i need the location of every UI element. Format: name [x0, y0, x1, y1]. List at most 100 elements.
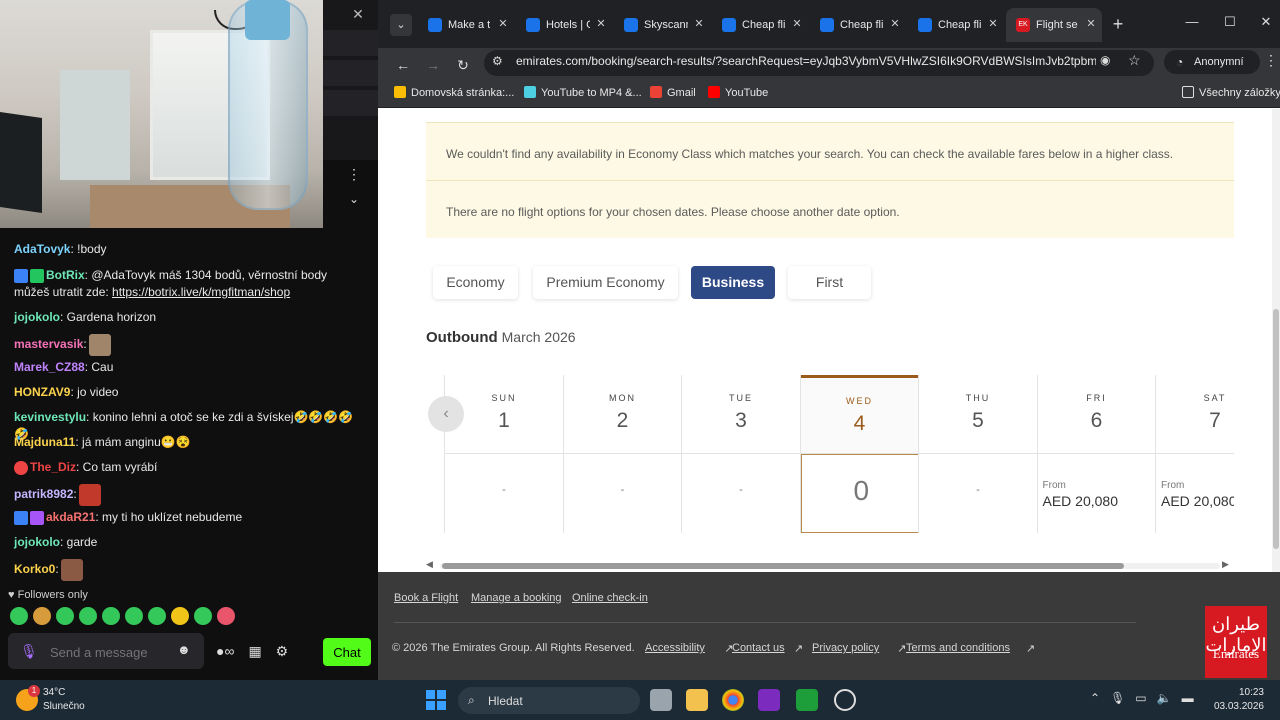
footer-link[interactable]: Accessibility [645, 642, 705, 654]
chat-username[interactable]: patrik8982 [14, 487, 73, 501]
close-tab-icon[interactable]: ✕ [1084, 17, 1098, 31]
emote[interactable] [33, 607, 51, 625]
url-text[interactable]: emirates.com/booking/search-results/?sea… [516, 54, 1096, 70]
browser-tab[interactable]: Cheap fli ✕ [712, 8, 808, 42]
bookmark-item[interactable]: YouTube to MP4 &... [524, 86, 642, 102]
day-fare[interactable]: - [682, 454, 800, 533]
emote[interactable] [56, 607, 74, 625]
chat-link[interactable]: https://botrix.live/k/mgfitman/shop [112, 285, 290, 299]
footer-link[interactable]: Book a Flight [394, 592, 458, 604]
browser-menu-icon[interactable]: ⋮ [1264, 52, 1278, 72]
bookmark-star-icon[interactable]: ☆ [1128, 52, 1146, 70]
chat-username[interactable]: Korko0 [14, 562, 55, 576]
browser-tab[interactable]: Skyscann ✕ [614, 8, 710, 42]
chat-username[interactable]: jojokolo [14, 310, 60, 324]
day-header[interactable]: FRI 6 [1037, 375, 1156, 454]
emoji-icon[interactable]: ☻ [177, 642, 193, 658]
chevron-up-icon[interactable]: ⌃ [1090, 691, 1100, 705]
emote[interactable] [217, 607, 235, 625]
day-fare[interactable]: - [564, 454, 682, 533]
horizontal-scrollbar[interactable]: ◀ ▶ [426, 559, 1234, 571]
bookmark-item[interactable]: Gmail [650, 86, 696, 102]
tracking-blocked-icon[interactable]: ◉ [1100, 53, 1118, 71]
xbox-icon[interactable] [796, 689, 818, 711]
chat-username[interactable]: jojokolo [14, 535, 60, 549]
footer-link[interactable]: Contact us [732, 642, 785, 654]
new-tab-button[interactable]: + [1108, 14, 1128, 34]
calendar-day[interactable]: THU 5 - [918, 375, 1037, 533]
calendar-day[interactable]: SUN 1- [444, 375, 563, 533]
forward-icon[interactable]: → [422, 54, 444, 76]
calendar-day[interactable]: MON 2 - [562, 375, 682, 533]
taskbar-search[interactable]: ⌕ Hledat [458, 687, 640, 714]
day-header[interactable]: WED 4 [800, 375, 919, 454]
cabin-class-tab[interactable]: Business [691, 266, 775, 299]
browser-tab[interactable]: Cheap fli ✕ [908, 8, 1004, 42]
day-fare[interactable]: From AED 20,080 [1038, 454, 1156, 533]
network-icon[interactable]: ▭ [1135, 691, 1146, 705]
calendar-day[interactable]: SAT 7 From AED 20,080 [1155, 375, 1234, 533]
chat-username[interactable]: AdaTovyk [14, 242, 70, 256]
chat-send-button[interactable]: Chat [323, 638, 371, 666]
loyalty-icon[interactable]: ●∞ [216, 643, 234, 660]
bookmark-item[interactable]: Domovská stránka:... [394, 86, 514, 102]
chevron-down-icon[interactable]: ⌄ [344, 192, 364, 212]
obs-icon[interactable] [834, 689, 856, 711]
day-fare[interactable]: - [445, 454, 563, 533]
browser-tab[interactable]: Hotels | C ✕ [516, 8, 612, 42]
close-tab-icon[interactable]: ✕ [692, 17, 706, 31]
microphone-icon[interactable]: 🎙 [20, 643, 38, 659]
close-tab-icon[interactable]: ✕ [790, 17, 804, 31]
day-header[interactable]: THU 5 [919, 375, 1037, 454]
task-view-icon[interactable] [650, 689, 672, 711]
day-fare[interactable]: 0 [800, 454, 919, 533]
day-header[interactable]: TUE 3 [682, 375, 800, 454]
chat-username[interactable]: Marek_CZ88 [14, 360, 85, 374]
emirates-logo[interactable]: طيران الإمارات Emirates [1205, 606, 1267, 678]
chat-message-input[interactable] [50, 643, 170, 661]
calendar-day[interactable]: TUE 3 - [681, 375, 800, 533]
weather-temperature[interactable]: 34°C [43, 687, 65, 698]
minimize-button[interactable]: — [1180, 14, 1204, 34]
settings-icon[interactable]: ⚙ [276, 643, 289, 660]
day-header[interactable]: SAT 7 [1156, 375, 1234, 454]
calendar-day[interactable]: FRI 6 From AED 20,080 [1036, 375, 1156, 533]
clock-time[interactable]: 10:23 [1212, 687, 1264, 698]
all-bookmarks-button[interactable]: Všechny záložky [1182, 86, 1280, 102]
close-window-button[interactable]: ✕ [1254, 14, 1278, 34]
emote[interactable] [102, 607, 120, 625]
chat-username[interactable]: HONZAV9 [14, 385, 70, 399]
windows-start-icon[interactable] [426, 690, 446, 710]
day-header[interactable]: MON 2 [563, 375, 682, 454]
volume-icon[interactable]: 🔈 [1157, 691, 1172, 705]
chat-username[interactable]: The_Diz [30, 460, 76, 474]
microphone-icon[interactable]: 🎙 [1110, 691, 1125, 705]
chat-username[interactable]: Majduna11 [14, 435, 75, 449]
battery-icon[interactable]: ▬ [1182, 691, 1194, 705]
footer-link[interactable]: Privacy policy [812, 642, 879, 654]
footer-link[interactable]: Manage a booking [471, 592, 562, 604]
close-icon[interactable]: ✕ [346, 4, 370, 24]
footer-link[interactable]: Online check-in [572, 592, 648, 604]
emote[interactable] [10, 607, 28, 625]
cabin-class-tab[interactable]: First [788, 266, 871, 299]
browser-tab[interactable]: Cheap fli ✕ [810, 8, 906, 42]
maximize-button[interactable]: ☐ [1218, 14, 1242, 34]
close-tab-icon[interactable]: ✕ [888, 17, 902, 31]
back-icon[interactable]: ← [392, 54, 414, 76]
chat-username[interactable]: kevinvestylu [14, 410, 86, 424]
more-options-icon[interactable]: ⋮ [344, 166, 364, 186]
emote[interactable] [194, 607, 212, 625]
file-explorer-icon[interactable] [686, 689, 708, 711]
emote[interactable] [171, 607, 189, 625]
emote[interactable] [148, 607, 166, 625]
emote[interactable] [125, 607, 143, 625]
emote[interactable] [79, 607, 97, 625]
day-fare[interactable]: From AED 20,080 [1156, 454, 1234, 533]
chevron-left-icon[interactable]: ‹ [428, 396, 464, 432]
chat-username[interactable]: akdaR21 [46, 510, 95, 524]
clock-date[interactable]: 03.03.2026 [1212, 701, 1264, 712]
calendar-day[interactable]: WED 4 0 [799, 375, 919, 533]
incognito-profile-button[interactable]: ◔ Anonymní [1164, 50, 1260, 74]
chat-username[interactable]: BotRix [46, 268, 85, 282]
